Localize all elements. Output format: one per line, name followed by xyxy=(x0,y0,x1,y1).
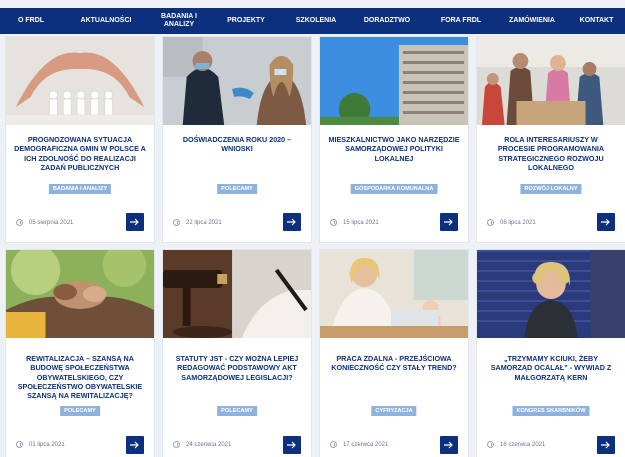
article-title[interactable]: PRACA ZDALNA - PRZEJŚCIOWA KONIECZNOŚĆ C… xyxy=(328,354,460,373)
read-more-button[interactable] xyxy=(440,213,458,231)
article-title[interactable]: STATUTY JST - CZY MOŻNA LEPIEJ REDAGOWAĆ… xyxy=(171,354,303,382)
date-label: 24 czerwca 2021 xyxy=(186,441,232,448)
article-date: 01 lipca 2021 xyxy=(16,441,65,448)
read-more-button[interactable] xyxy=(440,436,458,454)
arrow-right-icon xyxy=(130,218,139,226)
main-navigation: O FRDL AKTUALNOŚCI BADANIA I ANALIZY PRO… xyxy=(0,8,625,34)
arrow-right-icon xyxy=(444,218,453,226)
article-card[interactable]: REWITALIZACJA – SZANSĄ NA BUDOWĘ SPOŁECZ… xyxy=(5,249,155,457)
paper-people-hands-image[interactable] xyxy=(6,37,154,125)
clock-icon xyxy=(330,219,337,226)
article-date: 05 sierpnia 2021 xyxy=(16,219,73,226)
article-card[interactable]: „TRZYMAMY KCIUKI, ŻEBY SAMORZĄD OCALAŁ” … xyxy=(476,249,625,457)
category-tag[interactable]: POLECAMY xyxy=(60,406,100,416)
category-tag[interactable]: POLECAMY xyxy=(217,184,257,194)
read-more-button[interactable] xyxy=(597,213,615,231)
read-more-button[interactable] xyxy=(283,213,301,231)
meeting-people-image[interactable] xyxy=(477,37,625,125)
apartment-building-image[interactable] xyxy=(320,37,468,125)
article-card[interactable]: STATUTY JST - CZY MOŻNA LEPIEJ REDAGOWAĆ… xyxy=(162,249,312,457)
arrow-right-icon xyxy=(444,441,453,449)
arrow-right-icon xyxy=(287,441,296,449)
article-card[interactable]: DOŚWIADCZENIA ROKU 2020 – WNIOSKI POLECA… xyxy=(162,36,312,243)
read-more-button[interactable] xyxy=(126,436,144,454)
date-label: 16 czerwca 2021 xyxy=(500,441,546,448)
woman-portrait-image[interactable] xyxy=(477,250,625,338)
article-grid: PROGNOZOWANA SYTUACJA DEMOGRAFICZNA GMIN… xyxy=(5,36,625,457)
nav-item-o-frdl[interactable]: O FRDL xyxy=(0,17,62,25)
article-date: 15 lipca 2021 xyxy=(330,219,379,226)
date-label: 22 lipca 2021 xyxy=(186,219,222,226)
category-tag[interactable]: KONGRES SKARBNIKÓW xyxy=(512,406,590,416)
category-tag[interactable]: ROZWÓJ LOKALNY xyxy=(520,184,582,194)
category-tag[interactable]: CYFRYZACJA xyxy=(371,406,417,416)
article-title[interactable]: MIESZKALNICTWO JAKO NARZĘDZIE SAMORZĄDOW… xyxy=(328,135,460,163)
article-date: 24 czerwca 2021 xyxy=(173,441,231,448)
article-date: 22 lipca 2021 xyxy=(173,219,222,226)
joined-hands-image[interactable] xyxy=(6,250,154,338)
category-tag[interactable]: BADANIA I ANALIZY xyxy=(48,184,112,194)
category-tag[interactable]: POLECAMY xyxy=(217,406,257,416)
clock-icon xyxy=(16,219,23,226)
article-card[interactable]: MIESZKALNICTWO JAKO NARZĘDZIE SAMORZĄDOW… xyxy=(319,36,469,243)
read-more-button[interactable] xyxy=(126,213,144,231)
article-date: 08 lipca 2021 xyxy=(487,219,536,226)
clock-icon xyxy=(487,219,494,226)
arrow-right-icon xyxy=(601,218,610,226)
category-tag[interactable]: GOSPODARKA KOMUNALNA xyxy=(350,184,438,194)
date-label: 05 sierpnia 2021 xyxy=(29,219,74,226)
arrow-right-icon xyxy=(601,441,610,449)
article-card[interactable]: PRACA ZDALNA - PRZEJŚCIOWA KONIECZNOŚĆ C… xyxy=(319,249,469,457)
nav-item-badania-i-analizy[interactable]: BADANIA I ANALIZY xyxy=(150,13,208,29)
date-label: 15 lipca 2021 xyxy=(343,219,379,226)
arrow-right-icon xyxy=(287,218,296,226)
article-title[interactable]: DOŚWIADCZENIA ROKU 2020 – WNIOSKI xyxy=(171,135,303,154)
article-date: 16 czerwca 2021 xyxy=(487,441,545,448)
nav-item-aktualnosci[interactable]: AKTUALNOŚCI xyxy=(62,17,150,25)
article-title[interactable]: ROLA INTERESARIUSZY W PROCESIE PROGRAMOW… xyxy=(485,135,617,172)
article-date: 17 czerwca 2021 xyxy=(330,441,388,448)
read-more-button[interactable] xyxy=(283,436,301,454)
clock-icon xyxy=(487,441,494,448)
masked-people-image[interactable] xyxy=(163,37,311,125)
article-title[interactable]: „TRZYMAMY KCIUKI, ŻEBY SAMORZĄD OCALAŁ” … xyxy=(485,354,617,382)
nav-item-kontakt[interactable]: KONTAKT xyxy=(568,17,625,25)
nav-item-fora-frdl[interactable]: FORA FRDL xyxy=(426,17,496,25)
article-title[interactable]: PROGNOZOWANA SYTUACJA DEMOGRAFICZNA GMIN… xyxy=(14,135,146,172)
nav-item-projekty[interactable]: PROJEKTY xyxy=(208,17,284,25)
gavel-pen-image[interactable] xyxy=(163,250,311,338)
article-card[interactable]: ROLA INTERESARIUSZY W PROCESIE PROGRAMOW… xyxy=(476,36,625,243)
clock-icon xyxy=(330,441,337,448)
date-label: 17 czerwca 2021 xyxy=(343,441,389,448)
date-label: 08 lipca 2021 xyxy=(500,219,536,226)
read-more-button[interactable] xyxy=(597,436,615,454)
clock-icon xyxy=(16,441,23,448)
date-label: 01 lipca 2021 xyxy=(29,441,65,448)
clock-icon xyxy=(173,441,180,448)
clock-icon xyxy=(173,219,180,226)
remote-work-image[interactable] xyxy=(320,250,468,338)
nav-item-szkolenia[interactable]: SZKOLENIA xyxy=(284,17,348,25)
nav-item-zamowienia[interactable]: ZAMÓWIENIA xyxy=(496,17,568,25)
article-card[interactable]: PROGNOZOWANA SYTUACJA DEMOGRAFICZNA GMIN… xyxy=(5,36,155,243)
article-title[interactable]: REWITALIZACJA – SZANSĄ NA BUDOWĘ SPOŁECZ… xyxy=(14,354,146,400)
arrow-right-icon xyxy=(130,441,139,449)
nav-item-doradztwo[interactable]: DORADZTWO xyxy=(348,17,426,25)
